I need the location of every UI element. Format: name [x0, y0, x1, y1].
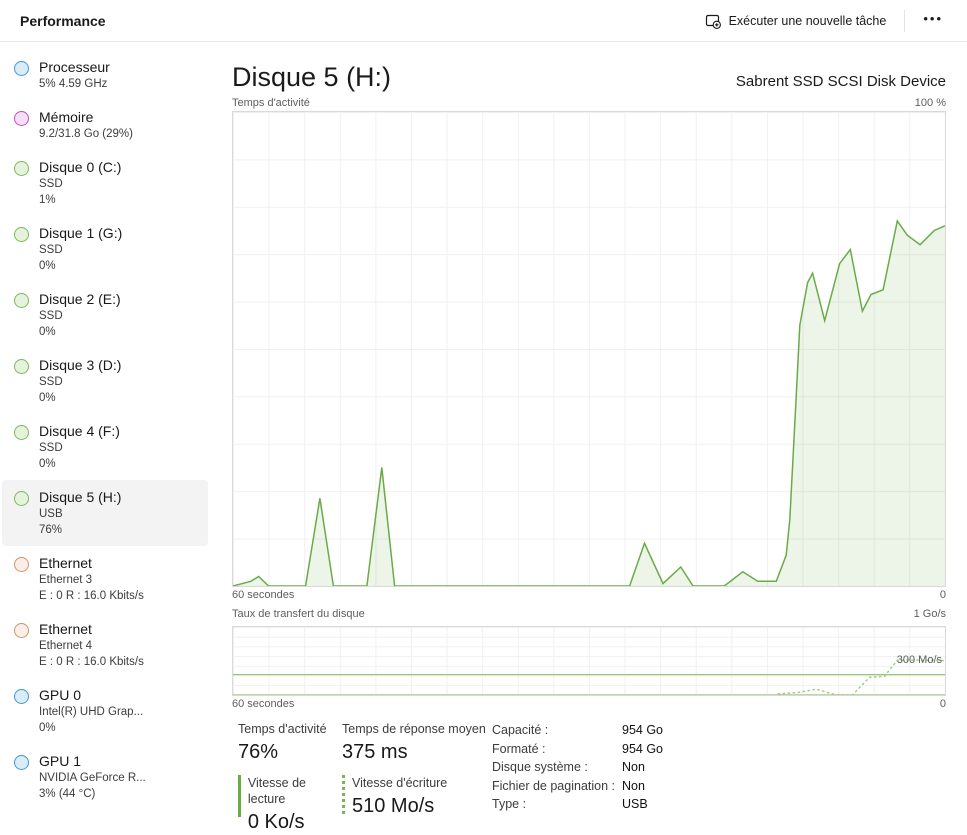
- sidebar-item-sub2: 0%: [39, 258, 122, 274]
- sidebar-item-sub: SSD: [39, 440, 120, 456]
- transfer-ref-line-label: 300 Mo/s: [897, 654, 942, 666]
- sidebar-item-sub: NVIDIA GeForce R...: [39, 770, 146, 786]
- sidebar-item-sub: Ethernet 4: [39, 638, 144, 654]
- disk-performance-panel: Disque 5 (H:) Sabrent SSD SCSI Disk Devi…: [232, 42, 946, 835]
- read-speed-value: 0 Ko/s: [248, 809, 342, 835]
- sidebar-item-title: Ethernet: [39, 554, 144, 572]
- disk-title: Disque 5 (H:): [232, 60, 391, 94]
- sidebar-item-title: Disque 2 (E:): [39, 290, 121, 308]
- sidebar-item-title: Processeur: [39, 58, 110, 76]
- header-actions: Exécuter une nouvelle tâche •••: [695, 7, 967, 35]
- ethernet-status-icon: [14, 623, 29, 638]
- app-header: Performance Exécuter une nouvelle tâche …: [0, 0, 967, 42]
- more-options-button[interactable]: •••: [913, 7, 953, 34]
- disk-status-icon: [14, 491, 29, 506]
- write-speed-value: 510 Mo/s: [352, 793, 447, 819]
- page-title: Performance: [0, 13, 106, 29]
- active-time-value: 76%: [238, 739, 342, 765]
- gpu-status-icon: [14, 755, 29, 770]
- sidebar-item-sub2: 0%: [39, 324, 121, 340]
- activity-chart-label: Temps d'activité: [232, 96, 310, 111]
- detail-system-disk: Disque système : Non: [492, 758, 946, 777]
- sidebar-item-sub2: 0%: [39, 390, 121, 406]
- ethernet-status-icon: [14, 557, 29, 572]
- sidebar-item-sub: Ethernet 3: [39, 572, 144, 588]
- detail-type: Type : USB: [492, 795, 946, 814]
- disk-status-icon: [14, 425, 29, 440]
- transfer-chart-scale-max: 1 Go/s: [914, 607, 946, 622]
- activity-chart-scale-max: 100 %: [915, 96, 946, 111]
- disk-status-icon: [14, 161, 29, 176]
- performance-sidebar: Processeur 5% 4.59 GHz Mémoire 9.2/31.8 …: [2, 50, 208, 810]
- sidebar-item-sub: Intel(R) UHD Grap...: [39, 704, 143, 720]
- transfer-chart-label: Taux de transfert du disque: [232, 607, 365, 622]
- sidebar-item-title: GPU 1: [39, 752, 146, 770]
- sidebar-item-gpu1[interactable]: GPU 1 NVIDIA GeForce R... 3% (44 °C): [2, 744, 208, 810]
- new-task-icon: [705, 13, 721, 29]
- sidebar-item-disk4[interactable]: Disque 4 (F:) SSD 0%: [2, 414, 208, 480]
- sidebar-item-ethernet4[interactable]: Ethernet Ethernet 4 E : 0 R : 16.0 Kbits…: [2, 612, 208, 678]
- sidebar-item-disk2[interactable]: Disque 2 (E:) SSD 0%: [2, 282, 208, 348]
- sidebar-item-title: Disque 5 (H:): [39, 488, 121, 506]
- run-new-task-label: Exécuter une nouvelle tâche: [729, 14, 887, 28]
- activity-chart: [232, 111, 946, 587]
- write-speed-legend-bar: [342, 775, 345, 817]
- gpu-status-icon: [14, 689, 29, 704]
- sidebar-item-disk0[interactable]: Disque 0 (C:) SSD 1%: [2, 150, 208, 216]
- disk-details: Capacité : 954 Go Formaté : 954 Go Disqu…: [490, 721, 946, 835]
- sidebar-item-title: Mémoire: [39, 108, 133, 126]
- sidebar-item-sub: 5% 4.59 GHz: [39, 76, 110, 92]
- sidebar-item-disk1[interactable]: Disque 1 (G:) SSD 0%: [2, 216, 208, 282]
- response-time-value: 375 ms: [342, 739, 490, 765]
- sidebar-item-sub2: E : 0 R : 16.0 Kbits/s: [39, 588, 144, 604]
- disk-status-icon: [14, 293, 29, 308]
- device-name: Sabrent SSD SCSI Disk Device: [736, 72, 946, 94]
- stat-response-time: Temps de réponse moyen 375 ms: [342, 721, 490, 765]
- disk-stats: Temps d'activité 76% Temps de réponse mo…: [232, 721, 946, 835]
- sidebar-item-sub2: 3% (44 °C): [39, 786, 146, 802]
- memory-status-icon: [14, 111, 29, 126]
- run-new-task-button[interactable]: Exécuter une nouvelle tâche: [695, 7, 897, 35]
- detail-formatted: Formaté : 954 Go: [492, 740, 946, 759]
- sidebar-item-sub: SSD: [39, 374, 121, 390]
- sidebar-item-sub: SSD: [39, 308, 121, 324]
- transfer-chart: 300 Mo/s: [232, 626, 946, 696]
- sidebar-item-sub: SSD: [39, 176, 121, 192]
- sidebar-item-ethernet3[interactable]: Ethernet Ethernet 3 E : 0 R : 16.0 Kbits…: [2, 546, 208, 612]
- stat-read-speed: Vitesse de lecture 0 Ko/s: [238, 775, 342, 835]
- sidebar-item-sub2: 0%: [39, 720, 143, 736]
- sidebar-item-sub: 9.2/31.8 Go (29%): [39, 126, 133, 142]
- activity-x-left: 60 secondes: [232, 588, 294, 603]
- sidebar-item-title: Disque 0 (C:): [39, 158, 121, 176]
- sidebar-item-title: Disque 1 (G:): [39, 224, 122, 242]
- transfer-x-left: 60 secondes: [232, 697, 294, 712]
- detail-page-file: Fichier de pagination : Non: [492, 777, 946, 796]
- sidebar-item-sub2: 0%: [39, 456, 120, 472]
- sidebar-item-title: Ethernet: [39, 620, 144, 638]
- stat-write-speed: Vitesse d'écriture 510 Mo/s: [342, 775, 490, 835]
- detail-capacity: Capacité : 954 Go: [492, 721, 946, 740]
- disk-status-icon: [14, 359, 29, 374]
- transfer-x-right: 0: [940, 697, 946, 712]
- sidebar-item-disk3[interactable]: Disque 3 (D:) SSD 0%: [2, 348, 208, 414]
- sidebar-item-title: Disque 3 (D:): [39, 356, 121, 374]
- sidebar-item-title: GPU 0: [39, 686, 143, 704]
- stat-active-time: Temps d'activité 76%: [238, 721, 342, 765]
- sidebar-item-disk5-selected[interactable]: Disque 5 (H:) USB 76%: [2, 480, 208, 546]
- sidebar-item-sub2: E : 0 R : 16.0 Kbits/s: [39, 654, 144, 670]
- activity-x-right: 0: [940, 588, 946, 603]
- sidebar-item-sub: SSD: [39, 242, 122, 258]
- sidebar-item-cpu[interactable]: Processeur 5% 4.59 GHz: [2, 50, 208, 100]
- sidebar-item-memory[interactable]: Mémoire 9.2/31.8 Go (29%): [2, 100, 208, 150]
- read-speed-legend-bar: [238, 775, 241, 817]
- sidebar-item-title: Disque 4 (F:): [39, 422, 120, 440]
- disk-status-icon: [14, 227, 29, 242]
- sidebar-item-sub2: 1%: [39, 192, 121, 208]
- header-divider: [904, 10, 905, 32]
- sidebar-item-gpu0[interactable]: GPU 0 Intel(R) UHD Grap... 0%: [2, 678, 208, 744]
- sidebar-item-sub: USB: [39, 506, 121, 522]
- cpu-status-icon: [14, 61, 29, 76]
- sidebar-item-sub2: 76%: [39, 522, 121, 538]
